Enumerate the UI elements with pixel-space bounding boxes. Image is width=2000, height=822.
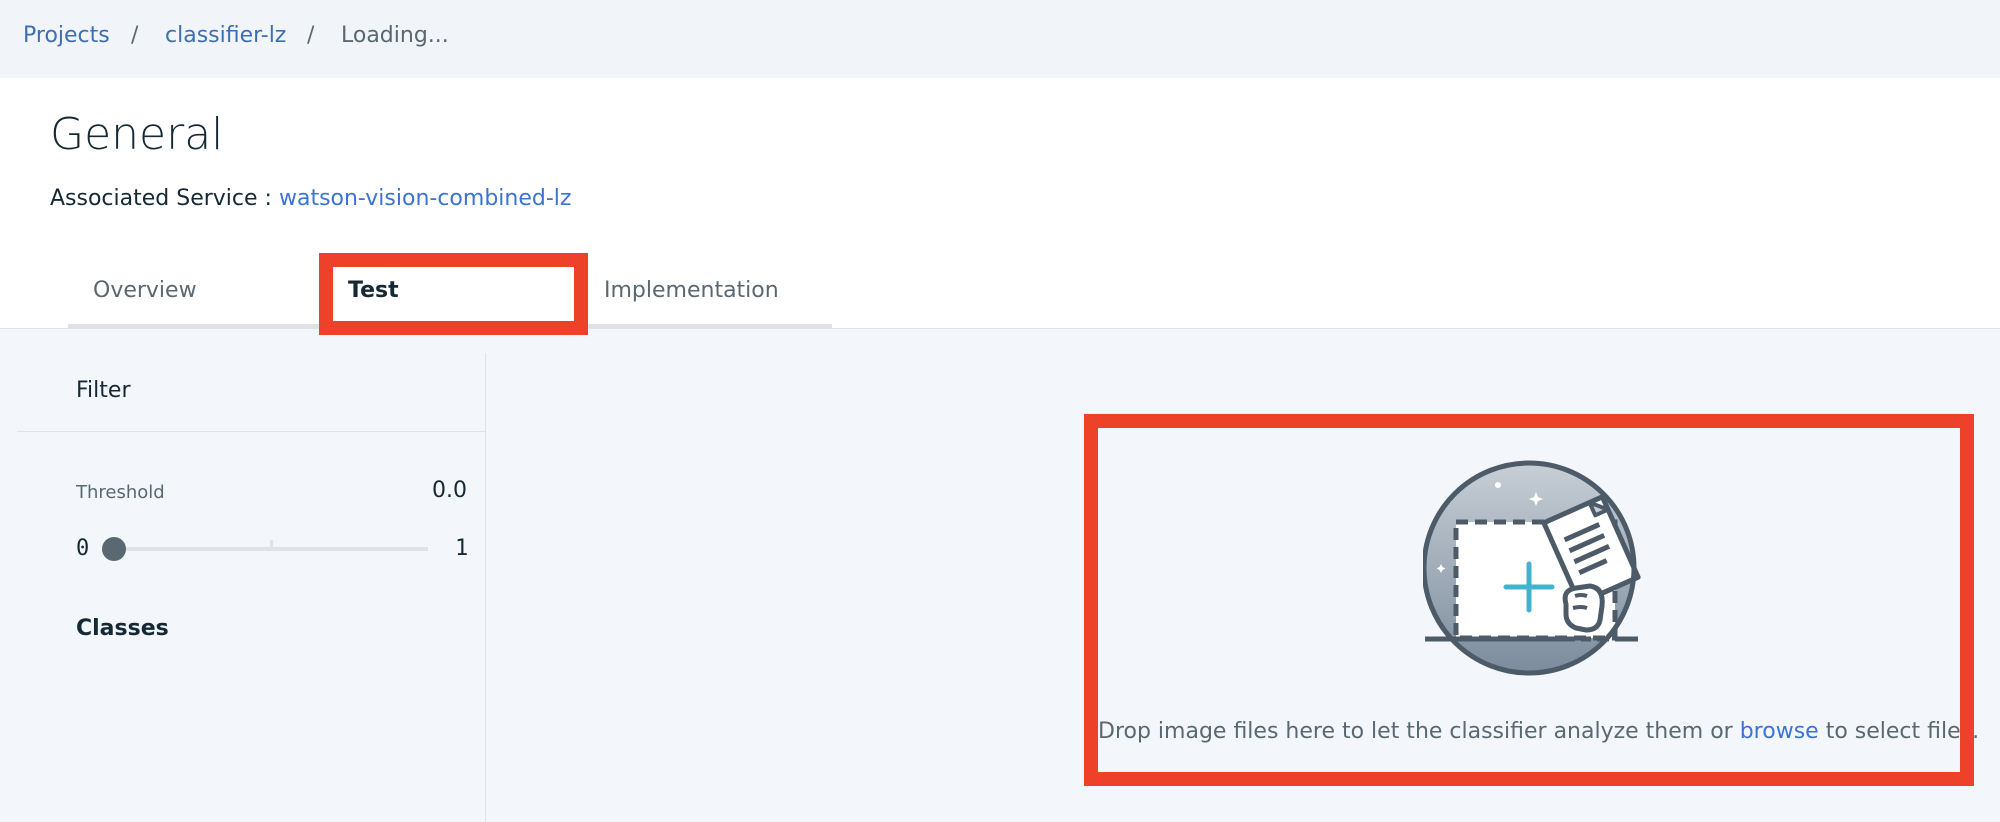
page-title: General: [50, 109, 224, 160]
tab-bar: Overview Test Implementation: [68, 256, 832, 329]
breadcrumb-classifier-link[interactable]: classifier-lz: [165, 22, 286, 50]
page-header: General Associated Service : watson-visi…: [0, 78, 2000, 329]
threshold-slider-handle[interactable]: [102, 537, 126, 561]
image-dropzone[interactable]: Drop image files here to let the classif…: [1098, 428, 1979, 774]
browse-link[interactable]: browse: [1740, 719, 1819, 744]
breadcrumb-separator: /: [131, 23, 139, 48]
associated-service-link[interactable]: watson-vision-combined-lz: [279, 186, 571, 211]
breadcrumb-bar: Projects / classifier-lz / Loading...: [0, 0, 2000, 78]
threshold-slider-track[interactable]: [115, 547, 428, 551]
image-drop-icon: [1423, 460, 1641, 676]
slider-min-label: 0: [76, 536, 90, 561]
threshold-value: 0.0: [432, 478, 467, 503]
divider: [17, 431, 486, 432]
slider-max-label: 1: [455, 536, 469, 561]
associated-service-label: Associated Service :: [50, 186, 272, 211]
threshold-label: Threshold: [76, 482, 165, 503]
filter-sidebar: Filter Threshold 0.0 0 1 Classes: [17, 353, 486, 822]
dropzone-text-before: Drop image files here to let the classif…: [1098, 719, 1733, 744]
classes-title: Classes: [76, 616, 169, 641]
tab-implementation[interactable]: Implementation: [604, 256, 779, 324]
breadcrumb-projects-link[interactable]: Projects: [23, 22, 110, 50]
dropzone-text-after: to select files.: [1825, 719, 1980, 744]
tab-test[interactable]: Test: [348, 256, 399, 324]
filter-title: Filter: [76, 378, 131, 403]
slider-midpoint-tick: [270, 540, 273, 547]
breadcrumb-separator: /: [307, 23, 315, 48]
breadcrumb-current: Loading...: [341, 23, 449, 48]
associated-service-row: Associated Service : watson-vision-combi…: [50, 185, 571, 213]
dropzone-instructions: Drop image files here to let the classif…: [1098, 718, 1979, 746]
tab-overview[interactable]: Overview: [93, 256, 197, 324]
